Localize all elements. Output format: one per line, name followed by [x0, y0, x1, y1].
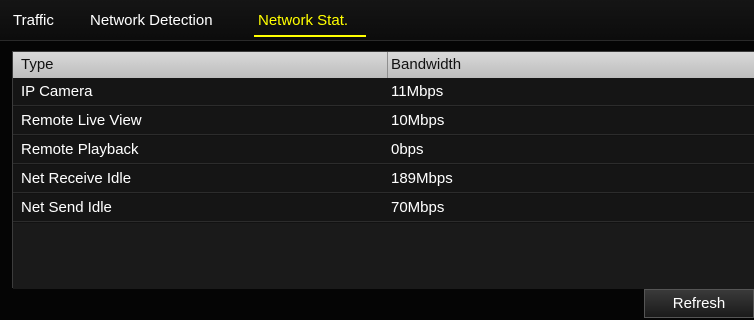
table-row[interactable]: IP Camera 11Mbps [13, 78, 754, 106]
column-divider [387, 52, 388, 78]
tab-traffic[interactable]: Traffic [13, 12, 54, 34]
row-bandwidth: 189Mbps [391, 170, 453, 187]
row-type: Net Send Idle [21, 199, 112, 216]
table-row[interactable]: Remote Playback 0bps [13, 136, 754, 164]
row-type: Remote Playback [21, 141, 139, 158]
tab-bar: Traffic Network Detection Network Stat. [0, 0, 754, 41]
network-stat-panel: Traffic Network Detection Network Stat. … [0, 0, 754, 320]
row-type: Net Receive Idle [21, 170, 132, 187]
row-bandwidth: 11Mbps [391, 83, 444, 100]
table-row[interactable]: Remote Live View 10Mbps [13, 107, 754, 135]
tab-network-detection[interactable]: Network Detection [90, 12, 213, 34]
row-bandwidth: 70Mbps [391, 199, 445, 216]
table-empty-area [13, 223, 754, 289]
row-bandwidth: 10Mbps [391, 112, 445, 129]
row-type: IP Camera [21, 83, 93, 100]
row-type: Remote Live View [21, 112, 142, 129]
table-header: Type Bandwidth [13, 52, 754, 78]
active-tab-underline [254, 35, 366, 37]
table-row[interactable]: Net Send Idle 70Mbps [13, 194, 754, 222]
table-row[interactable]: Net Receive Idle 189Mbps [13, 165, 754, 193]
column-header-bandwidth: Bandwidth [391, 56, 462, 73]
tab-network-stat[interactable]: Network Stat. [258, 12, 348, 34]
refresh-button[interactable]: Refresh [644, 289, 754, 318]
column-header-type: Type [21, 56, 54, 73]
row-bandwidth: 0bps [391, 141, 424, 158]
bandwidth-table: Type Bandwidth IP Camera 11Mbps Remote L… [12, 51, 754, 289]
